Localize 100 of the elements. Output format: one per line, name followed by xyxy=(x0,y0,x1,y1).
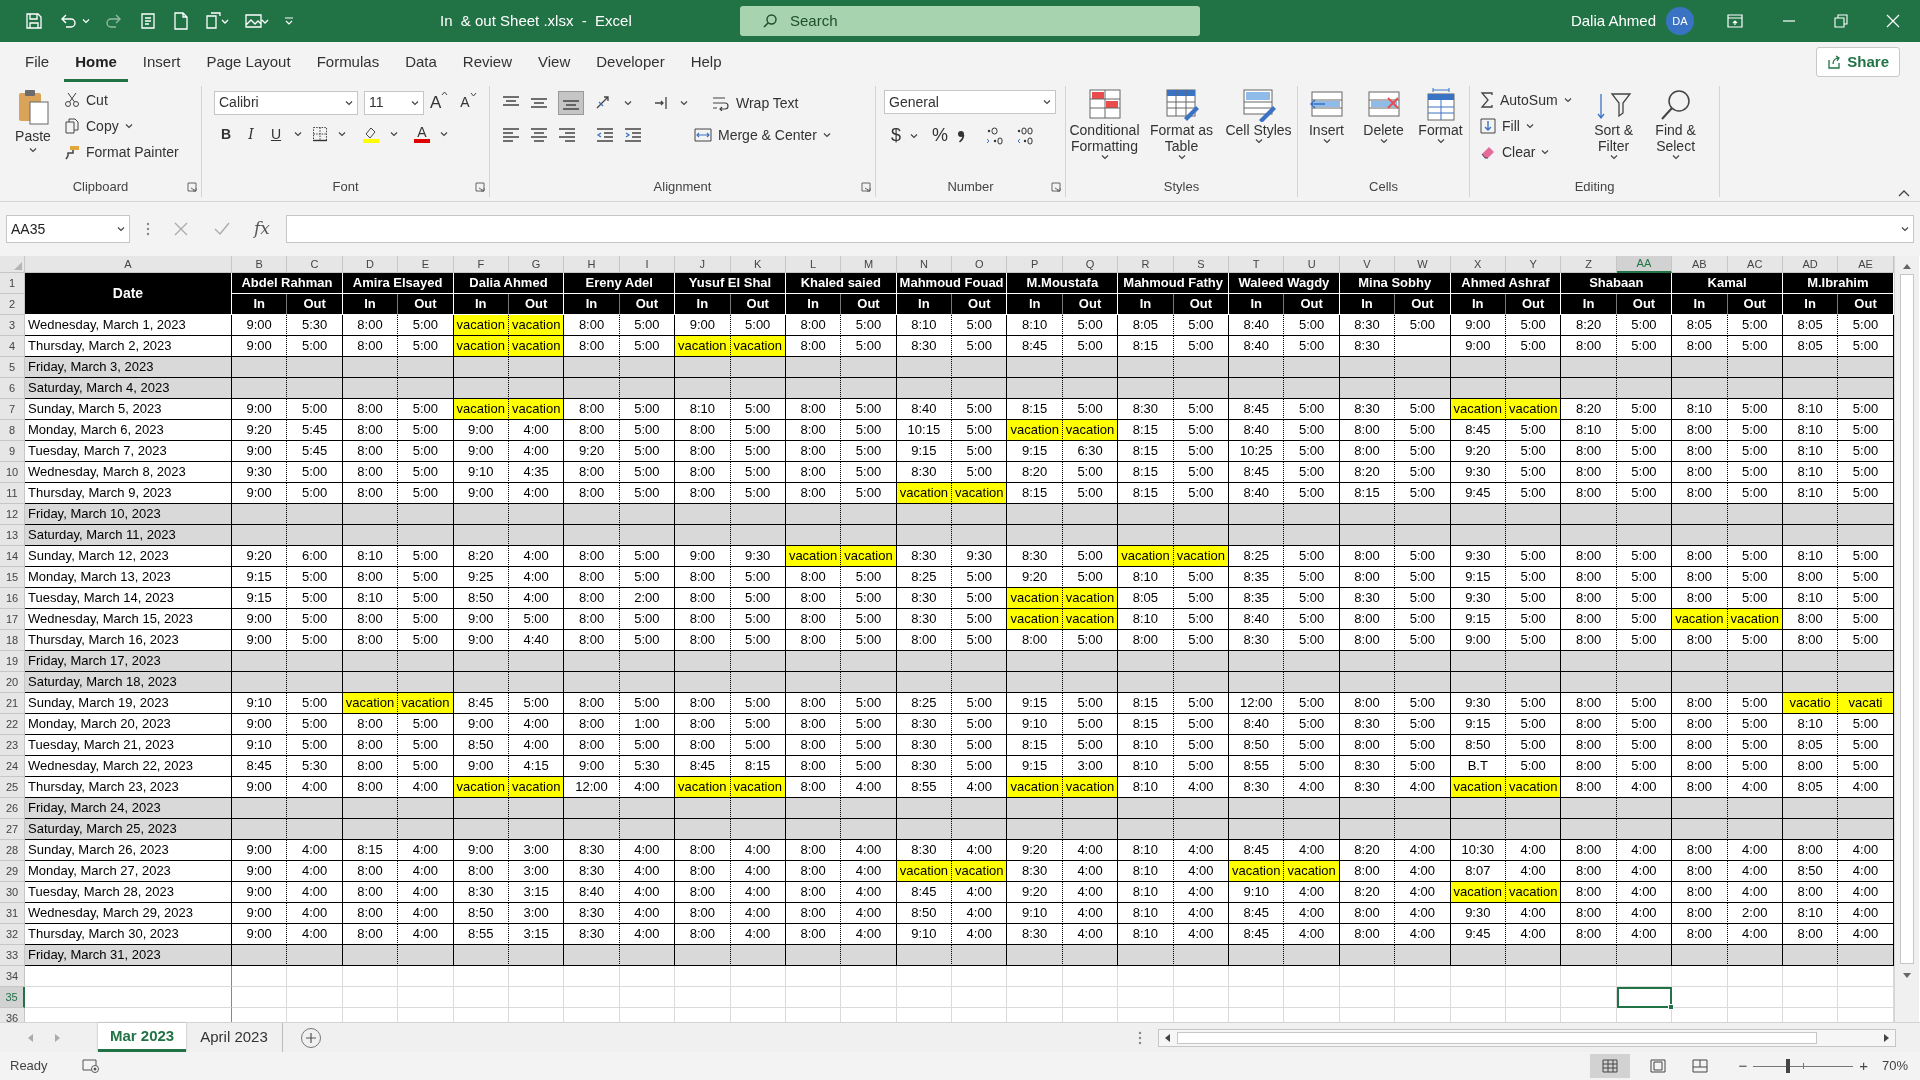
align-bottom-icon[interactable] xyxy=(558,91,584,115)
column-header[interactable]: N xyxy=(896,256,953,273)
dialog-launcher-icon[interactable] xyxy=(187,182,197,192)
row-header[interactable]: 36 xyxy=(0,1008,25,1022)
column-header[interactable]: X xyxy=(1450,256,1506,273)
align-center-icon[interactable] xyxy=(530,127,548,143)
highlight-icon[interactable] xyxy=(362,125,380,143)
column-header[interactable]: AD xyxy=(1782,256,1839,273)
save-icon[interactable] xyxy=(24,11,44,31)
column-header[interactable]: U xyxy=(1284,256,1340,273)
align-left-icon[interactable] xyxy=(502,127,520,143)
column-header[interactable]: S xyxy=(1173,256,1230,273)
column-header[interactable]: O xyxy=(952,256,1008,273)
column-header[interactable]: T xyxy=(1229,256,1285,273)
zoom-out-button[interactable]: − xyxy=(1738,1054,1748,1078)
column-header[interactable]: Z xyxy=(1561,256,1617,273)
row-header[interactable]: 18 xyxy=(0,630,25,651)
share-button[interactable]: Share xyxy=(1816,47,1900,77)
row-header[interactable]: 10 xyxy=(0,462,25,483)
paste-button[interactable]: Paste xyxy=(10,88,56,177)
page-layout-icon[interactable] xyxy=(1650,1059,1667,1073)
zoom-slider-thumb[interactable] xyxy=(1786,1059,1791,1073)
menu-tab[interactable]: Help xyxy=(679,42,733,82)
column-header[interactable]: I xyxy=(619,256,676,273)
conditional-formatting-button[interactable]: Conditional Formatting xyxy=(1066,88,1143,177)
find-select-button[interactable]: Find & Select xyxy=(1647,88,1704,177)
restore-icon[interactable] xyxy=(1834,14,1848,28)
document-icon[interactable] xyxy=(172,11,190,31)
page-break-icon[interactable] xyxy=(1692,1059,1709,1073)
column-header[interactable]: K xyxy=(730,256,786,273)
dialog-launcher-icon[interactable] xyxy=(475,182,485,192)
caret-icon[interactable] xyxy=(82,18,90,24)
shrink-font-button[interactable]: A xyxy=(460,92,477,114)
zoom-slider[interactable] xyxy=(1753,1059,1854,1073)
menu-tab[interactable]: File xyxy=(14,42,61,82)
percent-button[interactable]: % xyxy=(932,122,948,149)
row-header[interactable]: 6 xyxy=(0,378,25,399)
row-header[interactable]: 20 xyxy=(0,672,25,693)
dialog-launcher-icon[interactable] xyxy=(1051,182,1061,192)
dialog-launcher-icon[interactable] xyxy=(861,182,871,192)
normal-view-icon[interactable] xyxy=(1590,1054,1631,1078)
scroll-down-icon[interactable] xyxy=(1901,972,1912,980)
row-header[interactable]: 14 xyxy=(0,546,25,567)
user-avatar[interactable]: DA xyxy=(1666,7,1694,35)
clear-button[interactable]: Clear xyxy=(1480,140,1572,164)
merge-center-button[interactable]: Merge & Center xyxy=(694,124,831,146)
menu-tab[interactable]: Formulas xyxy=(305,42,391,82)
row-header[interactable]: 8 xyxy=(0,420,25,441)
column-header[interactable]: J xyxy=(675,256,731,273)
cut-button[interactable]: Cut xyxy=(64,88,179,112)
row-header[interactable]: 33 xyxy=(0,945,25,966)
column-header[interactable]: R xyxy=(1118,256,1174,273)
vertical-scrollbar[interactable] xyxy=(1893,256,1919,1022)
name-box[interactable]: AA35 xyxy=(6,215,130,243)
cell-styles-button[interactable]: Cell Styles xyxy=(1220,88,1297,177)
font-family-dropdown[interactable]: Calibri xyxy=(214,90,358,115)
font-size-dropdown[interactable]: 11 xyxy=(364,90,424,115)
copy-icon[interactable] xyxy=(204,11,230,31)
underline-button[interactable]: U xyxy=(268,123,284,145)
row-header[interactable]: 16 xyxy=(0,588,25,609)
column-header[interactable]: M xyxy=(841,256,897,273)
zoom-in-button[interactable]: + xyxy=(1859,1054,1868,1078)
menu-tab[interactable]: Home xyxy=(64,42,128,82)
collapse-ribbon-icon[interactable] xyxy=(1898,189,1910,197)
delete-button[interactable]: Delete xyxy=(1357,88,1410,177)
picture-icon[interactable] xyxy=(244,11,270,31)
menu-tab[interactable]: View xyxy=(527,42,582,82)
ribbon-display-icon[interactable] xyxy=(1726,13,1744,29)
menu-tab[interactable]: Page Layout xyxy=(195,42,302,82)
row-header[interactable]: 13 xyxy=(0,525,25,546)
row-header[interactable]: 31 xyxy=(0,903,25,924)
row-header[interactable]: 4 xyxy=(0,336,25,357)
menu-tab[interactable]: Developer xyxy=(585,42,676,82)
column-header[interactable]: W xyxy=(1395,256,1451,273)
format-painter-button[interactable]: Format Painter xyxy=(64,140,179,164)
text-direction-icon[interactable] xyxy=(652,95,670,111)
scroll-up-icon[interactable] xyxy=(1901,262,1912,270)
row-header[interactable]: 9 xyxy=(0,441,25,462)
sort-filter-button[interactable]: Sort & Filter xyxy=(1587,88,1640,177)
row-header[interactable]: 26 xyxy=(0,798,25,819)
column-header[interactable]: Q xyxy=(1062,256,1119,273)
format-as-table-button[interactable]: Format as Table xyxy=(1143,88,1220,177)
column-header[interactable]: AA xyxy=(1616,256,1673,273)
row-header[interactable]: 24 xyxy=(0,756,25,777)
column-header[interactable]: F xyxy=(453,256,509,273)
row-header[interactable]: 1 xyxy=(0,273,25,294)
column-header[interactable]: AE xyxy=(1838,256,1894,273)
column-header[interactable]: P xyxy=(1007,256,1063,273)
decrease-indent-icon[interactable] xyxy=(596,127,614,143)
form-icon[interactable] xyxy=(138,11,158,31)
row-header[interactable]: 12 xyxy=(0,504,25,525)
column-header[interactable]: AB xyxy=(1672,256,1728,273)
row-header[interactable]: 19 xyxy=(0,651,25,672)
search-field[interactable]: Search xyxy=(740,6,1200,36)
row-header[interactable]: 35 xyxy=(0,987,25,1008)
column-header[interactable]: B xyxy=(232,256,288,273)
copy-button[interactable]: Copy xyxy=(64,114,179,138)
column-header[interactable]: D xyxy=(342,256,399,273)
menu-tab[interactable]: Insert xyxy=(131,42,192,82)
grow-font-button[interactable]: A xyxy=(430,90,449,116)
